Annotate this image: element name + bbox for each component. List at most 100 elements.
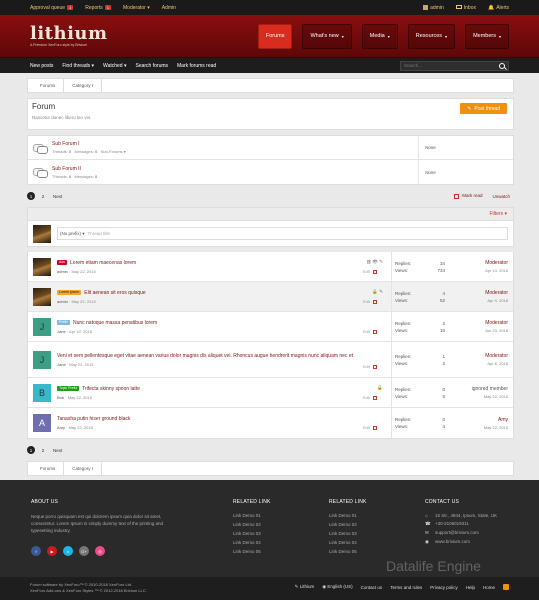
nav-tab-media[interactable]: Media ▾ xyxy=(361,23,398,49)
subnav-search-forums[interactable]: Search forums xyxy=(136,63,169,69)
thread-title[interactable]: Tanasha putin hiser ground black xyxy=(57,416,130,422)
select-checkbox[interactable] xyxy=(372,269,377,274)
next-page-link[interactable]: Next xyxy=(53,194,62,199)
breadcrumb-category[interactable]: Category I xyxy=(64,79,103,92)
search-icon[interactable] xyxy=(499,62,505,69)
contact-email[interactable]: ✉ support@brivium.com xyxy=(425,530,497,536)
inbox-link[interactable]: Inbox xyxy=(455,5,476,11)
footer-link[interactable]: Link Demo 04 xyxy=(329,540,367,545)
table-row[interactable]: Lorem ipsum Elit aenean sit eros quisque … xyxy=(28,282,513,312)
select-checkbox[interactable] xyxy=(372,425,377,430)
last-poster-link[interactable]: Moderator xyxy=(485,260,508,266)
subnav-watched[interactable]: Watched ▾ xyxy=(103,63,126,69)
edit-link[interactable]: Edit xyxy=(363,329,377,334)
page-1[interactable]: 1 xyxy=(27,446,35,454)
table-row[interactable]: Ads Lorem etiam maecenas lorem admin · Ma… xyxy=(28,252,513,282)
edit-link[interactable]: Edit xyxy=(363,395,377,400)
vimeo-icon[interactable]: v xyxy=(63,546,73,556)
subnav-find-threads[interactable]: Find threads ▾ xyxy=(62,63,94,69)
admin-link[interactable]: Admin xyxy=(162,5,176,11)
subnav-mark-forums-read[interactable]: Mark forums read xyxy=(177,63,216,69)
help-link[interactable]: Help xyxy=(466,585,475,590)
footer-heading: RELATED LINK xyxy=(233,499,271,505)
approval-queue-link[interactable]: Approval queue 1 xyxy=(30,4,74,11)
footer-link[interactable]: Link Demo 03 xyxy=(233,531,271,536)
footer-link[interactable]: Link Demo 02 xyxy=(329,522,367,527)
thread-title[interactable]: Trifecta skinny spoon latte xyxy=(82,386,140,392)
select-checkbox[interactable] xyxy=(372,299,377,304)
table-row[interactable]: A Tanasha putin hiser ground black Amy ·… xyxy=(28,408,513,438)
terms-link[interactable]: Terms and rules xyxy=(390,585,422,590)
subnav-new-posts[interactable]: New posts xyxy=(30,63,53,69)
thread-title[interactable]: Lorem etiam maecenas lorem xyxy=(70,260,136,266)
page-2[interactable]: 2 xyxy=(39,192,47,200)
post-thread-button[interactable]: ✎ Post thread xyxy=(460,103,507,114)
breadcrumb-forums[interactable]: Forums xyxy=(32,79,65,92)
edit-link[interactable]: Edit xyxy=(363,299,377,304)
google-plus-icon[interactable]: G+ xyxy=(79,546,89,556)
prefix-select[interactable]: (No prefix) ▾ xyxy=(60,231,85,237)
facebook-icon[interactable]: f xyxy=(31,546,41,556)
edit-link[interactable]: Edit xyxy=(363,269,377,274)
next-page-link[interactable]: Next xyxy=(53,448,62,453)
subforum-title[interactable]: Sub Forum II xyxy=(52,166,97,172)
breadcrumb-category[interactable]: Category I xyxy=(64,462,103,475)
last-poster-link[interactable]: Moderator xyxy=(485,353,508,359)
subforum-title[interactable]: Sub Forum I xyxy=(52,141,126,147)
reports-link[interactable]: Reports 1 xyxy=(85,4,112,11)
footer-link[interactable]: Link Demo 03 xyxy=(329,531,367,536)
subforum-row[interactable]: Sub Forum II Threads: 0 Messages: 0 None xyxy=(28,160,513,184)
footer-link[interactable]: Link Demo 04 xyxy=(233,540,271,545)
contact-link[interactable]: Contact us xyxy=(361,585,383,590)
edit-link[interactable]: Edit xyxy=(363,364,377,369)
footer-link[interactable]: Link Demo 05 xyxy=(329,549,367,554)
thread-title[interactable]: Nunc natoque massa penatibus lorem xyxy=(73,320,157,326)
filters-button[interactable]: Filters ▾ xyxy=(489,211,507,217)
site-logo[interactable]: lithium A Premium XenForo style by Brivi… xyxy=(30,25,108,48)
privacy-link[interactable]: Privacy policy xyxy=(430,585,458,590)
breadcrumb-forums[interactable]: Forums xyxy=(32,462,65,475)
nav-tab-whats-new[interactable]: What's new ▾ xyxy=(302,23,352,49)
subforums-dropdown[interactable]: Sub-Forums ▾ xyxy=(101,149,126,154)
envelope-icon xyxy=(455,5,462,10)
table-row[interactable]: J Prefix Nunc natoque massa penatibus lor… xyxy=(28,312,513,342)
moderator-menu[interactable]: Moderator ▾ xyxy=(123,5,150,11)
footer-link[interactable]: Link Demo 01 xyxy=(329,513,367,518)
contact-website[interactable]: ◉ www.brivium.com xyxy=(425,539,497,545)
thread-title[interactable]: Elit aenean sit eros quisque xyxy=(84,290,145,296)
sub-nav: New posts Find threads ▾ Watched ▾ Searc… xyxy=(0,58,539,73)
subforum-row[interactable]: Sub Forum I Threads: 0 Messages: 0 Sub-F… xyxy=(28,136,513,160)
last-poster-link[interactable]: Moderator xyxy=(485,320,508,326)
alerts-link[interactable]: 🔔 Alerts xyxy=(488,5,509,11)
select-checkbox[interactable] xyxy=(372,364,377,369)
select-checkbox[interactable] xyxy=(372,395,377,400)
footer-link[interactable]: Link Demo 02 xyxy=(233,522,271,527)
nav-tab-resources[interactable]: Resources ▾ xyxy=(407,23,456,49)
page-1[interactable]: 1 xyxy=(27,192,35,200)
last-poster-link[interactable]: Amy xyxy=(484,417,508,423)
nav-tab-members[interactable]: Members ▾ xyxy=(465,23,509,49)
table-row[interactable]: B Topic Prefix Trifecta skinny spoon latt… xyxy=(28,378,513,408)
select-checkbox[interactable] xyxy=(372,329,377,334)
nav-tab-forums[interactable]: Forums xyxy=(257,23,293,49)
page-2[interactable]: 2 xyxy=(39,446,47,454)
edit-link[interactable]: Edit xyxy=(363,425,377,430)
youtube-icon[interactable]: ▶ xyxy=(47,546,57,556)
bell-icon: 🔔 xyxy=(487,4,495,11)
account-link[interactable]: admin xyxy=(423,5,444,11)
unwatch-link[interactable]: Unwatch xyxy=(492,194,510,199)
language-chooser[interactable]: ◉ English (US) xyxy=(322,584,352,590)
thread-title-field[interactable]: (No prefix) ▾ Thread title xyxy=(57,227,508,240)
search-input[interactable] xyxy=(404,63,494,68)
table-row[interactable]: J Veni et sem pellentesque eget vitae ae… xyxy=(28,342,513,378)
footer-link[interactable]: Link Demo 05 xyxy=(233,549,271,554)
last-poster-link[interactable]: ignored member xyxy=(472,386,508,392)
home-link[interactable]: Home xyxy=(483,585,495,590)
dribbble-icon[interactable]: ◎ xyxy=(95,546,105,556)
mark-read-link[interactable]: Mark read xyxy=(454,193,482,199)
footer-link[interactable]: Link Demo 01 xyxy=(233,513,271,518)
rss-icon[interactable] xyxy=(503,584,509,590)
style-chooser[interactable]: ✎ Lithium xyxy=(295,584,315,590)
thread-title[interactable]: Veni et sem pellentesque eget vitae aene… xyxy=(57,353,353,359)
last-poster-link[interactable]: Moderator xyxy=(485,290,508,296)
